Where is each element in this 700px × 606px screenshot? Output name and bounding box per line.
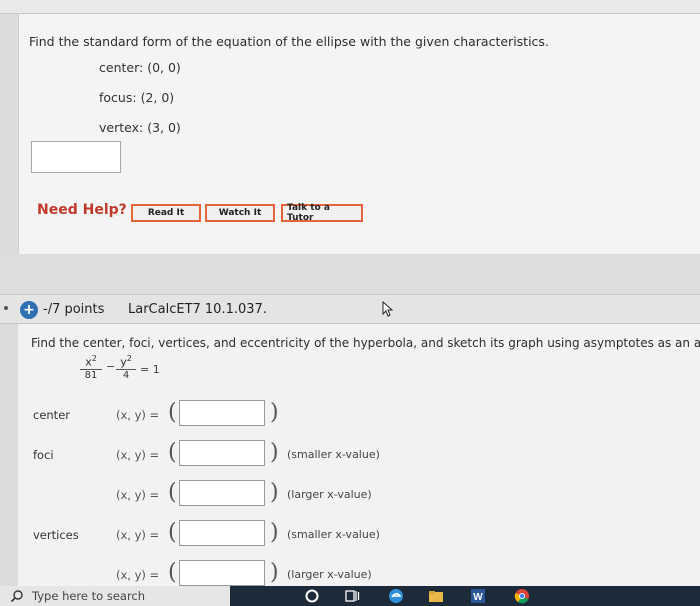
chrome-icon[interactable] [514, 588, 530, 604]
cortana-icon[interactable] [304, 588, 320, 604]
close-paren: ) [270, 440, 279, 465]
open-paren: ( [168, 520, 177, 545]
open-paren: ( [168, 560, 177, 585]
question2-panel: Find the center, foci, vertices, and ecc… [18, 324, 700, 586]
need-help-label: Need Help? [37, 202, 127, 218]
eq-x-exp: 2 [91, 354, 97, 363]
close-paren: ) [270, 480, 279, 505]
given-focus: focus: (2, 0) [99, 90, 174, 105]
row-label-center: center [33, 408, 70, 422]
file-explorer-icon[interactable] [428, 588, 444, 604]
search-placeholder: Type here to search [32, 589, 146, 603]
svg-text:W: W [473, 592, 483, 603]
vertex-value: (3, 0) [147, 120, 181, 135]
center-label: center: [99, 60, 144, 75]
foci-smaller-input[interactable] [179, 440, 265, 466]
points-label: -/7 points [43, 302, 105, 317]
equation-fraction-x: x2 81 [80, 354, 102, 381]
given-vertex: vertex: (3, 0) [99, 120, 181, 135]
open-paren: ( [168, 400, 177, 425]
watch-it-button[interactable]: Watch It [205, 204, 275, 222]
xy-label: (x, y) = [116, 568, 160, 582]
foci-larger-input[interactable] [179, 480, 265, 506]
eq-den-81: 81 [84, 369, 98, 381]
eq-rhs: = 1 [140, 363, 160, 376]
xy-label: (x, y) = [116, 448, 160, 462]
plus-icon[interactable]: + [20, 301, 38, 319]
note-larger-x: (larger x-value) [287, 488, 372, 501]
search-icon [10, 590, 23, 603]
task-view-icon[interactable] [344, 588, 360, 604]
gap-strip [0, 254, 700, 294]
xy-label: (x, y) = [116, 408, 160, 422]
word-icon[interactable]: W [470, 588, 486, 604]
eq-minus: − [106, 360, 116, 373]
top-strip [0, 0, 700, 14]
row-label-vertices: vertices [33, 528, 79, 542]
vertices-smaller-input[interactable] [179, 520, 265, 546]
read-it-button[interactable]: Read It [131, 204, 201, 222]
question1-prompt: Find the standard form of the equation o… [29, 34, 549, 49]
edge-icon[interactable] [388, 588, 404, 604]
talk-to-tutor-button[interactable]: Talk to a Tutor [281, 203, 363, 223]
windows-taskbar: Type here to search W [0, 586, 700, 606]
question1-panel: Find the standard form of the equation o… [18, 14, 700, 254]
open-paren: ( [168, 440, 177, 465]
note-smaller-x: (smaller x-value) [287, 448, 380, 461]
close-paren: ) [270, 560, 279, 585]
ellipse-answer-input[interactable] [31, 141, 121, 173]
given-center: center: (0, 0) [99, 60, 181, 75]
xy-label: (x, y) = [116, 528, 160, 542]
note-larger-x: (larger x-value) [287, 568, 372, 581]
note-smaller-x: (smaller x-value) [287, 528, 380, 541]
close-paren: ) [270, 400, 279, 425]
focus-label: focus: [99, 90, 137, 105]
row-label-foci: foci [33, 448, 54, 462]
center-value: (0, 0) [147, 60, 181, 75]
center-input[interactable] [179, 400, 265, 426]
xy-label: (x, y) = [116, 488, 160, 502]
close-paren: ) [270, 520, 279, 545]
question2-header: + -/7 points LarCalcET7 10.1.037. [0, 294, 700, 324]
cursor-icon [382, 301, 394, 317]
vertices-larger-input[interactable] [179, 560, 265, 586]
taskbar-search[interactable]: Type here to search [0, 586, 230, 606]
equation-fraction-y: y2 4 [116, 354, 136, 381]
question2-prompt: Find the center, foci, vertices, and ecc… [31, 336, 700, 350]
eq-y-exp: 2 [126, 354, 132, 363]
open-paren: ( [168, 480, 177, 505]
question-id: LarCalcET7 10.1.037. [128, 302, 267, 317]
focus-value: (2, 0) [140, 90, 175, 105]
vertex-label: vertex: [99, 120, 144, 135]
bullet-dot [4, 306, 8, 310]
eq-den-4: 4 [122, 369, 130, 381]
